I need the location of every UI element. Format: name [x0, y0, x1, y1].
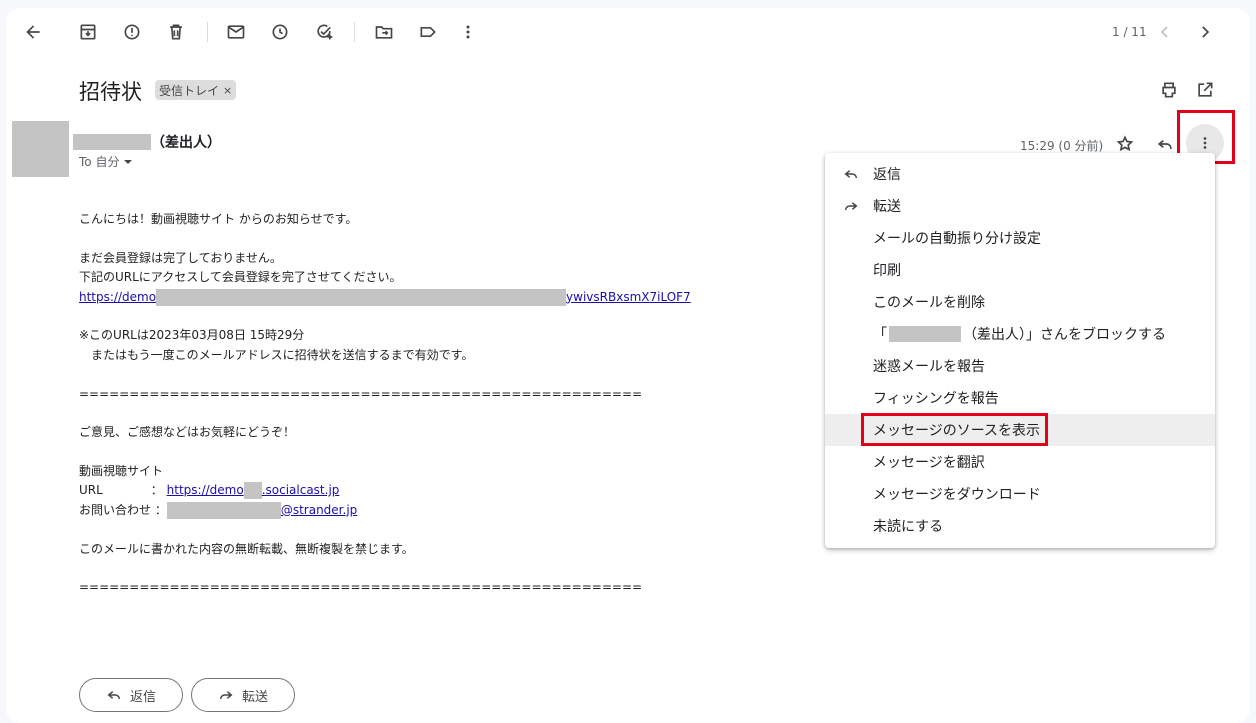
menu-item-reply[interactable]: 返信 [825, 158, 1215, 190]
message-body: こんにちは！動画視聴サイト からのお知らせです。 まだ会員登録は完了しておりませ… [79, 210, 691, 598]
recipient-text: To 自分 [79, 155, 120, 169]
menu-item-label: メッセージをダウンロード [873, 487, 1041, 503]
reply-icon [844, 170, 858, 179]
recipient-line[interactable]: To 自分 [79, 153, 133, 170]
registration-link-end[interactable]: ywivsRBxsmX7iLOF7 [566, 290, 691, 304]
message-time: 15:29 (0 分前) [1020, 139, 1104, 153]
menu-item-label: 転送 [873, 199, 901, 215]
menu-item-forward[interactable]: 転送 [825, 190, 1215, 222]
caret-down-icon [124, 159, 133, 164]
print-icon[interactable] [1153, 74, 1185, 106]
body-line: ※このURLは2023年03月08日 15時29分 [79, 328, 305, 343]
menu-item-filter[interactable]: メールの自動振り分け設定 [825, 222, 1215, 254]
site-link-start[interactable]: https://demo [167, 483, 244, 497]
inquiry-line: お問い合わせ ： @strander.jp [79, 501, 691, 520]
body-line: このメールに書かれた内容の無断転載、無断複製を禁じます。 [79, 541, 414, 556]
toolbar-divider [207, 22, 208, 42]
body-line: まだ会員登録は完了しておりません。 [79, 250, 282, 265]
mail-icon[interactable] [220, 16, 252, 48]
menu-item-label: 返信 [873, 167, 901, 183]
redacted-sender [73, 134, 151, 150]
registration-link-start[interactable]: https://demo [79, 290, 156, 304]
highlight-box-show-original [861, 413, 1048, 446]
reply-button-label: 返信 [129, 689, 156, 705]
inquiry-label: お問い合わせ ： [79, 502, 167, 517]
menu-item-block-sender[interactable]: 「 （差出人）」さんをブロックする [825, 318, 1215, 350]
label-icon[interactable] [412, 16, 444, 48]
toolbar-divider [354, 22, 355, 42]
url-label: URL ： [79, 483, 163, 498]
body-line: ご意見、ご感想などはお気軽にどうぞ！ [79, 425, 296, 440]
menu-item-label-suffix: （差出人）」さんをブロックする [963, 327, 1166, 343]
more-vert-icon[interactable] [452, 16, 484, 48]
menu-item-report-phishing[interactable]: フィッシングを報告 [825, 382, 1215, 414]
remove-label-button[interactable]: × [223, 84, 232, 97]
redacted-url [243, 482, 262, 500]
sender-suffix: （差出人） [151, 135, 221, 151]
chevron-right-icon[interactable] [1189, 16, 1221, 48]
body-line: またはもう一度このメールアドレスに招待状を送信するまで有効です。 [79, 347, 474, 362]
redacted-url [156, 288, 567, 306]
menu-item-print[interactable]: 印刷 [825, 254, 1215, 286]
snooze-clock-icon[interactable] [264, 16, 296, 48]
menu-item-mark-unread[interactable]: 未読にする [825, 510, 1215, 542]
registration-link[interactable]: https://demo ywivsRBxsmX7iLOF7 [79, 288, 691, 307]
menu-item-translate[interactable]: メッセージを翻訳 [825, 446, 1215, 478]
menu-item-label-prefix: 「 [873, 327, 887, 343]
menu-item-report-spam[interactable]: 迷惑メールを報告 [825, 350, 1215, 382]
archive-icon[interactable] [72, 16, 104, 48]
message-subject: 招待状 [79, 80, 142, 104]
menu-item-delete[interactable]: このメールを削除 [825, 286, 1215, 318]
sender-avatar [12, 121, 69, 177]
menu-item-download[interactable]: メッセージをダウンロード [825, 478, 1215, 510]
move-to-folder-icon[interactable] [368, 16, 400, 48]
message-counter: 1 / 11 [1112, 25, 1147, 39]
body-greeting: こんにちは！動画視聴サイト からのお知らせです。 [79, 212, 358, 226]
site-url-line: URL ： https://demo .socialcast.jp [79, 481, 691, 500]
body-divider: ========================================… [79, 386, 643, 401]
menu-item-label: 印刷 [873, 263, 901, 279]
redacted-sender [889, 326, 961, 342]
report-spam-icon[interactable] [116, 16, 148, 48]
redacted-email [166, 501, 281, 519]
body-line: 下記のURLにアクセスして会員登録を完了させてください。 [79, 270, 402, 285]
menu-item-label: メッセージを翻訳 [873, 455, 985, 471]
site-link-end[interactable]: .socialcast.jp [262, 483, 340, 497]
add-task-icon[interactable] [308, 16, 340, 48]
sender-name[interactable]: （差出人） [73, 132, 221, 152]
menu-item-label: フィッシングを報告 [873, 391, 999, 407]
menu-item-label: 未読にする [873, 519, 944, 535]
forward-icon [844, 202, 858, 211]
inquiry-email-end[interactable]: @strander.jp [281, 503, 357, 517]
open-new-window-icon[interactable] [1189, 74, 1221, 106]
chevron-left-icon[interactable] [1149, 16, 1181, 48]
reply-button[interactable]: 返信 [79, 678, 183, 712]
forward-button-label: 転送 [241, 689, 268, 705]
menu-item-label: 迷惑メールを報告 [873, 359, 985, 375]
body-line: 動画視聴サイト [79, 464, 164, 479]
inbox-label-chip: 受信トレイ × [155, 80, 237, 100]
menu-item-label: メールの自動振り分け設定 [873, 231, 1041, 247]
delete-icon[interactable] [160, 16, 192, 48]
forward-icon [219, 691, 233, 700]
body-divider: ========================================… [79, 580, 643, 595]
forward-button[interactable]: 転送 [191, 678, 295, 712]
reply-icon [107, 691, 121, 700]
arrow-back-icon[interactable] [17, 16, 49, 48]
label-chip-text: 受信トレイ [159, 83, 220, 98]
message-more-menu: 返信 転送 メールの自動振り分け設定 印刷 このメールを削除 「 （差出人）」さ… [825, 153, 1215, 548]
menu-item-label: このメールを削除 [873, 295, 985, 311]
